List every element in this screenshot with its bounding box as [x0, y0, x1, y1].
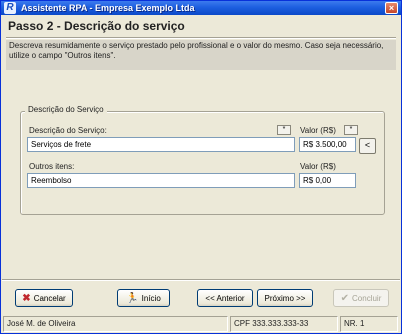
previous-button-label: << Anterior [205, 293, 245, 303]
valor-lookup-button[interactable]: * [344, 125, 358, 135]
valor-label: Valor (R$) [300, 126, 336, 135]
step-header: Passo 2 - Descrição do serviço Descreva … [2, 15, 400, 70]
home-button-label: Início [141, 293, 161, 303]
valor2-label: Valor (R$) [300, 162, 336, 171]
group-legend: Descrição do Serviço [25, 105, 107, 114]
window-title: Assistente RPA - Empresa Exemplo Ltda [21, 3, 195, 13]
status-cpf: CPF 333.333.333-33 [230, 316, 338, 332]
app-logo-icon: R [4, 2, 16, 14]
service-description-label: Descrição do Serviço: [29, 126, 107, 135]
title-bar[interactable]: R Assistente RPA - Empresa Exemplo Ltda … [1, 1, 401, 15]
status-bar: José M. de Oliveira CPF 333.333.333-33 N… [2, 315, 400, 333]
step-title: Passo 2 - Descrição do serviço [8, 19, 185, 33]
footer-divider [2, 279, 400, 281]
running-person-icon: 🏃 [126, 292, 139, 304]
status-nr: NR. 1 [340, 316, 398, 332]
next-button[interactable]: Próximo >> [257, 289, 313, 307]
next-button-label: Próximo >> [264, 293, 306, 303]
back-arrow-button[interactable]: < [359, 138, 376, 154]
wizard-window: R Assistente RPA - Empresa Exemplo Ltda … [0, 0, 402, 334]
previous-button[interactable]: << Anterior [197, 289, 253, 307]
valor-input[interactable] [299, 137, 356, 152]
close-window-button[interactable]: × [385, 2, 398, 14]
status-user-name: José M. de Oliveira [3, 316, 228, 332]
valor2-input[interactable] [299, 173, 356, 188]
outros-itens-label: Outros itens: [29, 162, 75, 171]
outros-itens-input[interactable] [27, 173, 295, 188]
service-lookup-button[interactable]: * [277, 125, 291, 135]
cancel-button[interactable]: ✖ Cancelar [15, 289, 73, 307]
home-button[interactable]: 🏃 Início [117, 289, 170, 307]
service-description-input[interactable] [27, 137, 295, 152]
header-divider [6, 37, 396, 39]
step-description: Descreva resumidamente o serviço prestad… [6, 40, 396, 70]
cancel-button-label: Cancelar [33, 293, 66, 303]
close-icon: ✖ [22, 292, 31, 304]
finish-button-label: Concluir [352, 293, 382, 303]
finish-button[interactable]: ✔ Concluir [333, 289, 389, 307]
check-icon: ✔ [340, 292, 350, 304]
